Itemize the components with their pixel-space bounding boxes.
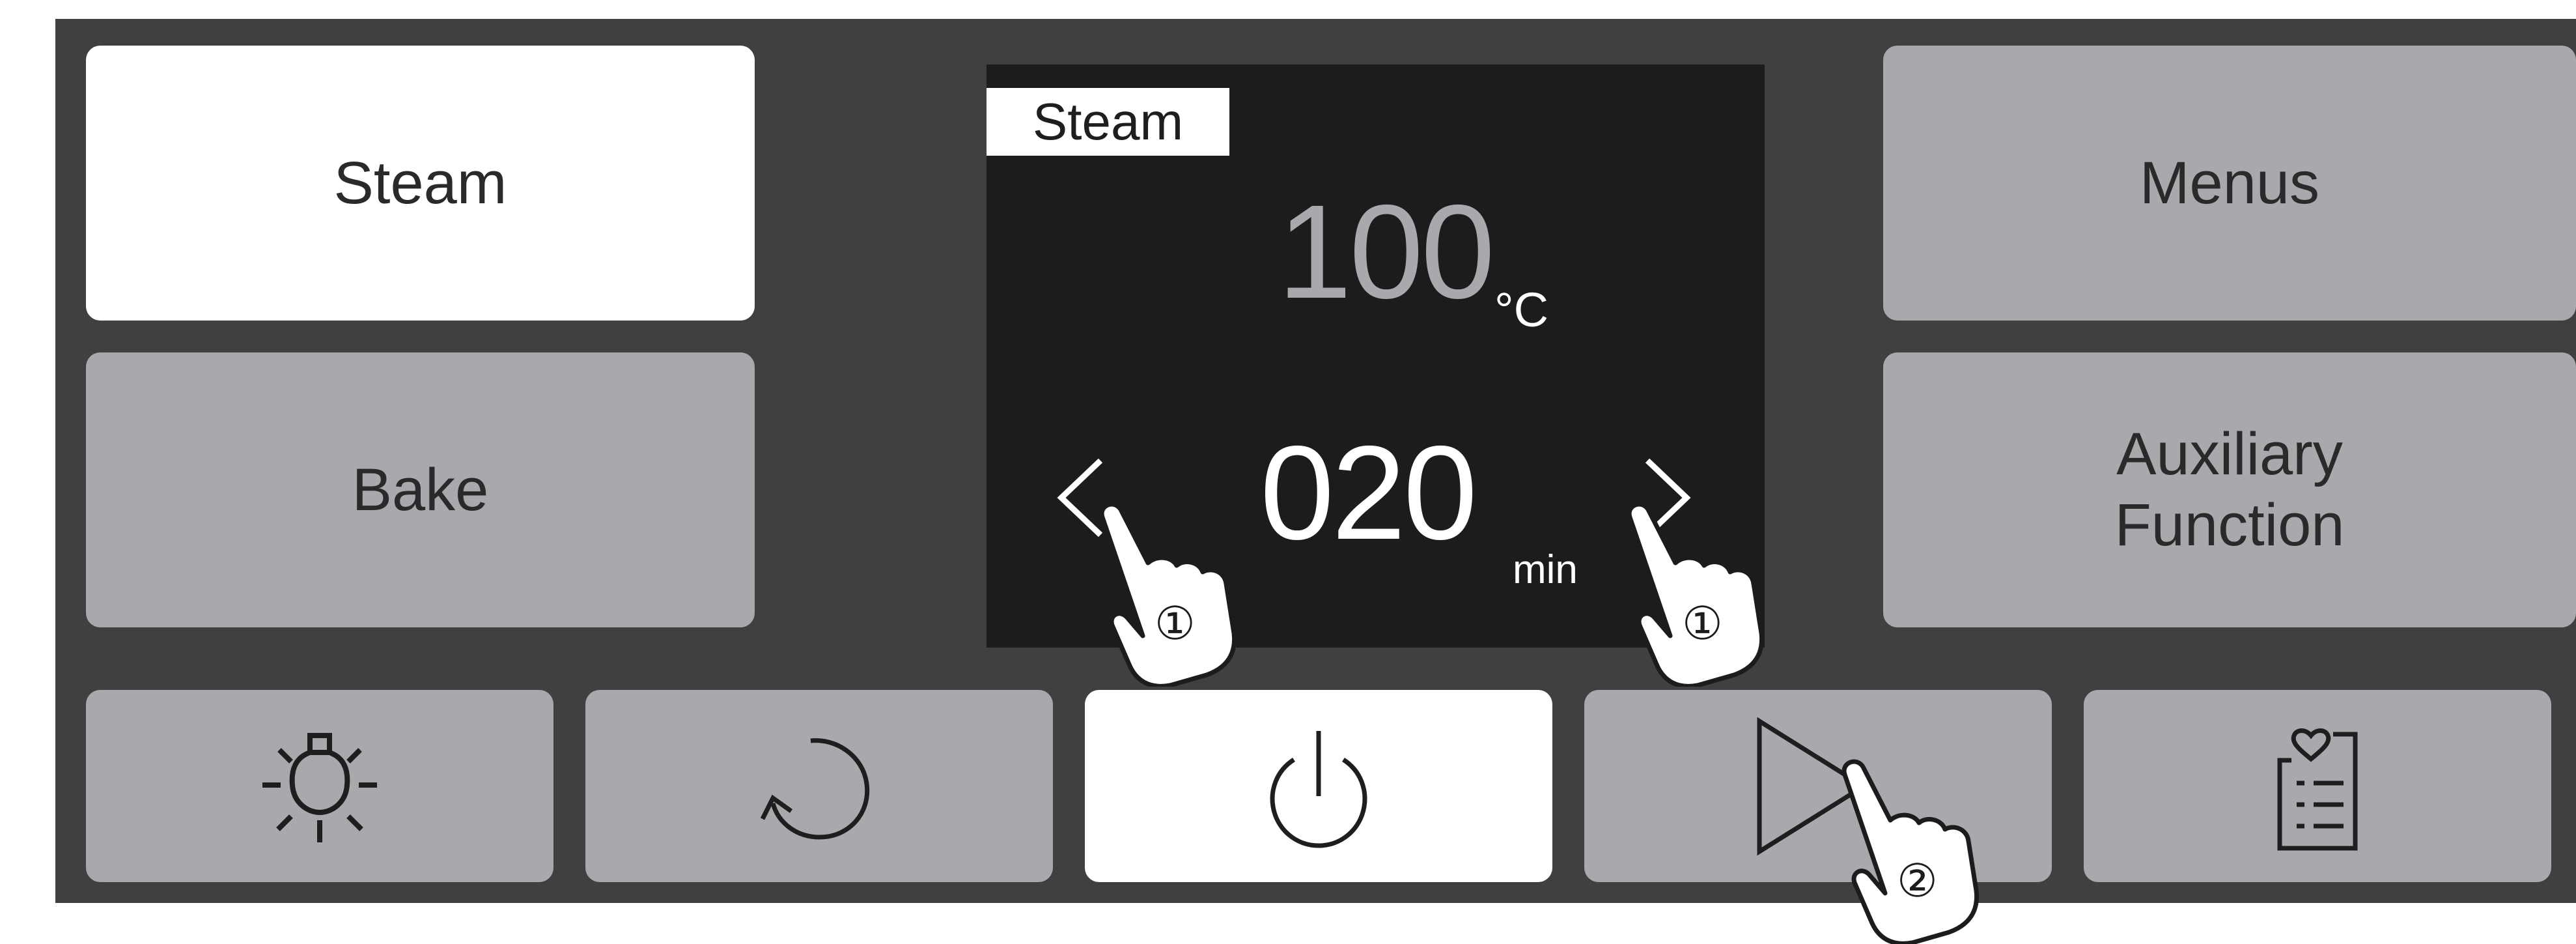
auxiliary-function-button[interactable]: Auxiliary Function (1883, 352, 2576, 627)
hand-pointer-icon: ① (1625, 491, 1774, 687)
time-value: 020 (1260, 418, 1477, 567)
favorites-button[interactable] (2084, 690, 2551, 882)
temperature-unit: °C (1494, 283, 1549, 337)
rotate-icon (760, 737, 870, 840)
temperature-value: 100 (1278, 177, 1495, 326)
steam-mode-label: Steam (333, 149, 507, 216)
step-1-left-marker: ① (1155, 597, 1196, 650)
hand-pointer-icon: ② (1840, 749, 1989, 944)
power-button[interactable] (1085, 690, 1552, 882)
step-2-marker: ② (1897, 854, 1938, 908)
step-1-right-marker: ① (1682, 597, 1723, 650)
hand-pointer-icon: ① (1097, 491, 1247, 687)
time-unit: min (1513, 547, 1578, 592)
bake-mode-label: Bake (352, 456, 489, 523)
oven-light-icon (262, 732, 377, 842)
oven-light-button[interactable] (86, 690, 553, 882)
control-panel: Steam Bake Menus Auxiliary Function Stea… (55, 19, 2576, 944)
steam-mode-button[interactable]: Steam (86, 46, 755, 321)
power-icon (1270, 730, 1367, 848)
display-screen: Steam 100 °C 020 min ① ① (987, 64, 1765, 687)
bake-mode-button[interactable]: Bake (86, 352, 755, 627)
menus-label: Menus (2139, 149, 2320, 216)
menus-button[interactable]: Menus (1883, 46, 2576, 321)
auxiliary-function-label: Auxiliary Function (2114, 421, 2345, 558)
favorites-list-icon (2277, 728, 2358, 850)
mode-tag: Steam (987, 88, 1229, 156)
rotate-button[interactable] (585, 690, 1053, 882)
